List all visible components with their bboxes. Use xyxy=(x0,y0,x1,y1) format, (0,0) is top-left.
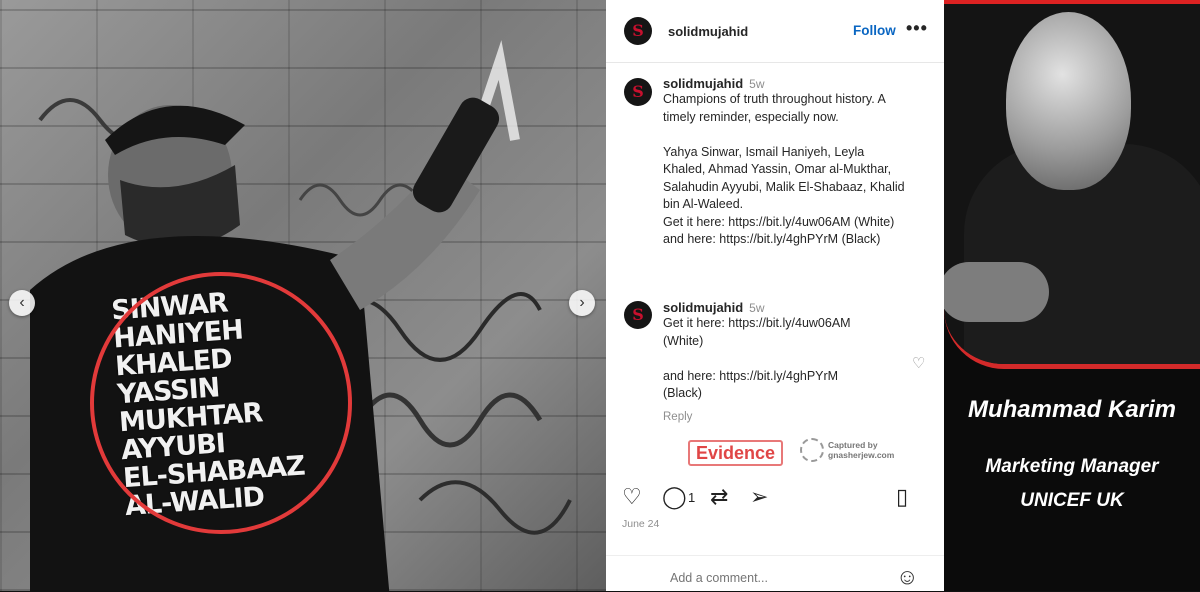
caption-line: Salahudin Ayyubi, Malik El-Shabaaz, Khal… xyxy=(663,179,905,194)
share-send-icon[interactable]: ➢ xyxy=(750,484,768,510)
caption-line: timely reminder, especially now. xyxy=(663,109,839,124)
captured-by-label: Captured by xyxy=(828,440,878,450)
captured-by-watermark: Captured by gnasherjew.com xyxy=(800,438,894,462)
comment-bubble-icon[interactable]: ◯ xyxy=(662,484,687,510)
caption-avatar[interactable]: S xyxy=(624,78,652,106)
portrait-head xyxy=(1006,12,1131,190)
post-actions-bar: ♡ ◯ 1 ⇄ ➢ ▯ xyxy=(622,484,922,512)
save-bookmark-icon[interactable]: ▯ xyxy=(896,484,908,510)
post-caption: solidmujahid 5w Champions of truth throug… xyxy=(663,76,935,249)
comment-line: (White) xyxy=(663,333,704,348)
portrait-arm xyxy=(944,262,1049,322)
header-username[interactable]: solidmujahid xyxy=(668,24,748,39)
role-title: Marketing Manager xyxy=(985,456,1159,477)
highlight-circle xyxy=(90,272,352,534)
previous-image-button[interactable]: ‹ xyxy=(9,290,35,316)
add-comment-input[interactable] xyxy=(668,570,872,586)
avatar[interactable]: S xyxy=(624,17,652,45)
watermark-logo-icon xyxy=(800,438,824,462)
comment-username[interactable]: solidmujahid xyxy=(663,300,743,315)
repost-icon[interactable]: ⇄ xyxy=(710,484,728,510)
emoji-smile-icon[interactable]: ☺ xyxy=(896,564,918,590)
captured-by-site: gnasherjew.com xyxy=(828,450,895,460)
comment-count: 1 xyxy=(688,490,696,505)
follow-button[interactable]: Follow xyxy=(853,23,896,38)
post-date: June 24 xyxy=(622,518,660,530)
comment-age: 5w xyxy=(749,301,765,315)
comment-avatar[interactable]: S xyxy=(624,301,652,329)
comment-line: and here: https://bit.ly/4ghPYrM xyxy=(663,368,839,383)
reply-button[interactable]: Reply xyxy=(663,411,903,423)
next-image-button[interactable]: › xyxy=(569,290,595,316)
caption-line: Champions of truth throughout history. A xyxy=(663,92,886,106)
role-organization: UNICEF UK xyxy=(1020,490,1124,511)
caption-line: Yahya Sinwar, Ismail Haniyeh, Leyla xyxy=(663,144,865,159)
caption-age: 5w xyxy=(749,77,765,91)
add-comment-bar: ☺ xyxy=(606,555,944,592)
profile-name: Muhammad Karim xyxy=(967,396,1177,423)
post-header: S solidmujahid Follow ••• xyxy=(606,0,944,63)
profile-role: Marketing Manager UNICEF UK xyxy=(944,450,1200,518)
profile-panel: Muhammad Karim Marketing Manager UNICEF … xyxy=(944,0,1200,591)
comment-line: Get it here: https://bit.ly/4uw06AM xyxy=(663,316,851,330)
instagram-post-panel: S solidmujahid Follow ••• S solidmujahid… xyxy=(606,0,944,591)
caption-line: Get it here: https://bit.ly/4uw06AM (Whi… xyxy=(663,214,895,229)
like-heart-icon[interactable]: ♡ xyxy=(622,484,642,510)
caption-line: Khaled, Ahmad Yassin, Omar al-Mukthar, xyxy=(663,162,892,176)
caption-line: bin Al-Waleed. xyxy=(663,197,744,211)
more-options-icon[interactable]: ••• xyxy=(906,18,928,39)
evidence-stamp: Evidence xyxy=(688,440,784,466)
comment-line xyxy=(663,350,903,368)
post-photo: ‹ › SINWAR HANIYEH KHALED YASSIN MUKHTAR… xyxy=(0,0,606,591)
caption-line: and here: https://bit.ly/4ghPYrM (Black) xyxy=(663,232,881,246)
caption-line xyxy=(663,126,935,144)
comment-line: (Black) xyxy=(663,386,702,400)
profile-photo xyxy=(944,4,1200,369)
comment-like-heart-icon[interactable]: ♡ xyxy=(912,354,925,372)
comment: solidmujahid 5w Get it here: https://bit.… xyxy=(663,300,903,423)
caption-username[interactable]: solidmujahid xyxy=(663,76,743,91)
